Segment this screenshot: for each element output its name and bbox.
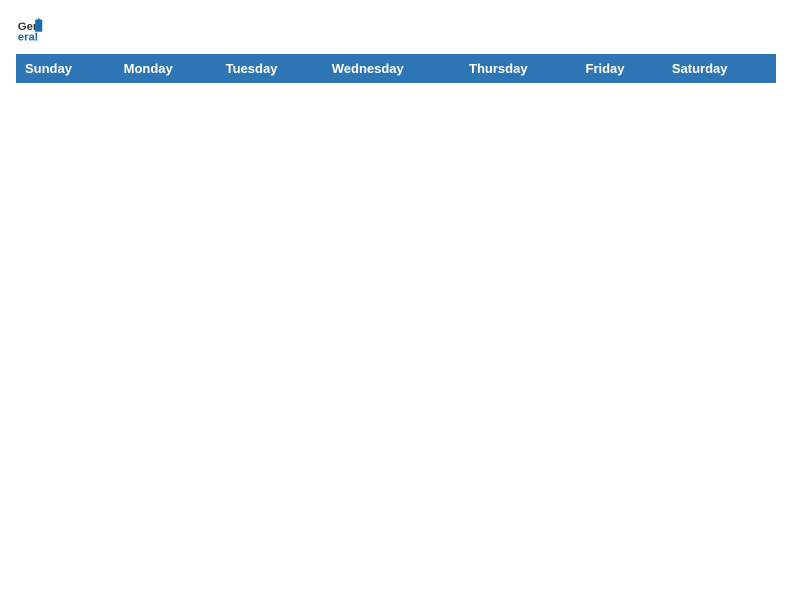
weekday-header-saturday: Saturday	[663, 55, 775, 83]
weekday-header-thursday: Thursday	[461, 55, 577, 83]
weekday-header-monday: Monday	[115, 55, 217, 83]
calendar-table: SundayMondayTuesdayWednesdayThursdayFrid…	[16, 54, 776, 83]
header: Gen eral	[16, 16, 776, 44]
svg-text:eral: eral	[18, 32, 38, 44]
weekday-header-wednesday: Wednesday	[323, 55, 460, 83]
weekday-header-sunday: Sunday	[17, 55, 116, 83]
calendar-header-row: SundayMondayTuesdayWednesdayThursdayFrid…	[17, 55, 776, 83]
weekday-header-friday: Friday	[577, 55, 663, 83]
logo: Gen eral	[16, 16, 48, 44]
weekday-header-tuesday: Tuesday	[217, 55, 323, 83]
logo-icon: Gen eral	[16, 16, 44, 44]
